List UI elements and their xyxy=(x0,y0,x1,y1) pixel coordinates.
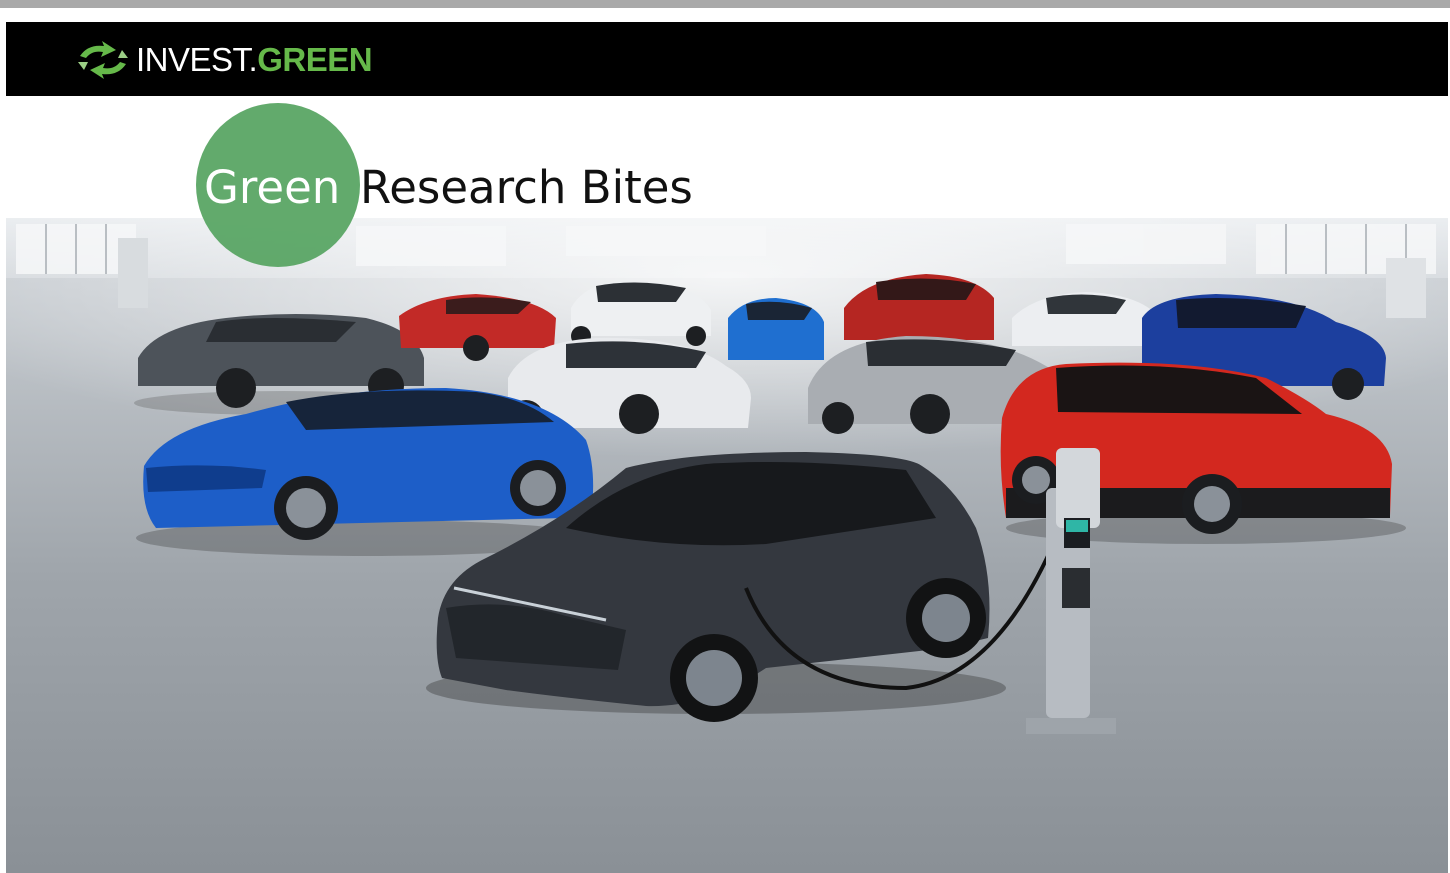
top-border xyxy=(0,0,1450,8)
recycle-arrows-icon xyxy=(74,40,132,80)
hero-image xyxy=(6,218,1448,873)
page-title: Research Bites xyxy=(360,161,693,214)
title-highlight: Green xyxy=(204,161,341,214)
logo-green-text: GREEN xyxy=(257,41,373,78)
brand-logo[interactable]: INVEST. GREEN xyxy=(74,40,373,80)
logo-invest-text: INVEST. xyxy=(136,41,258,78)
header-bar: INVEST. GREEN xyxy=(6,22,1448,96)
top-margin xyxy=(6,8,1448,22)
car-icon xyxy=(728,298,824,360)
